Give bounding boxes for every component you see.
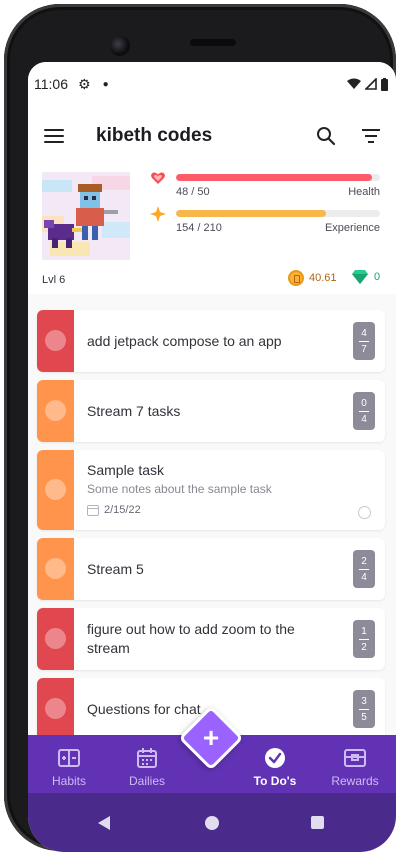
nav-rewards-label: Rewards xyxy=(331,774,379,788)
gem-icon xyxy=(352,270,368,284)
checklist-completed: 3 xyxy=(361,695,367,707)
task-title: figure out how to add zoom to the stream xyxy=(87,621,295,656)
task-difficulty-strip xyxy=(37,450,74,530)
task-checkbox[interactable] xyxy=(45,479,66,500)
task-difficulty-strip xyxy=(37,380,74,442)
wifi-icon xyxy=(347,78,361,89)
calendar-icon xyxy=(87,504,99,516)
experience-star-icon xyxy=(150,206,166,222)
add-icon: + xyxy=(202,722,220,753)
experience-label: Experience xyxy=(324,222,380,234)
task-item[interactable]: Stream 5 2 4 xyxy=(37,538,385,600)
reminder-alarm-icon xyxy=(358,506,371,519)
nav-rewards[interactable]: Rewards xyxy=(318,735,392,793)
notification-dot-icon: ● xyxy=(102,78,109,90)
front-camera xyxy=(110,36,130,56)
phone-frame: 11:06 ⚙ ● kibeth codes 48 / 50 Health 15… xyxy=(4,4,396,852)
status-time: 11:06 xyxy=(34,76,68,92)
app-screen: 11:06 ⚙ ● kibeth codes 48 / 50 Health 15… xyxy=(28,62,396,852)
checklist-completed: 4 xyxy=(361,327,367,339)
habits-icon xyxy=(58,749,80,767)
avatar[interactable] xyxy=(42,172,130,260)
filter-icon[interactable] xyxy=(362,129,380,143)
task-due-date: 2/15/22 xyxy=(87,504,141,516)
recents-icon[interactable] xyxy=(311,816,324,829)
checklist-badge[interactable]: 3 5 xyxy=(353,690,375,728)
checklist-total: 4 xyxy=(361,413,367,425)
task-item[interactable]: add jetpack compose to an app 4 7 xyxy=(37,310,385,372)
todos-check-icon xyxy=(265,748,285,768)
task-checkbox[interactable] xyxy=(45,400,66,421)
app-bar: kibeth codes xyxy=(28,106,396,166)
checklist-badge[interactable]: 1 2 xyxy=(353,620,375,658)
experience-bar-fill xyxy=(176,210,326,217)
dailies-calendar-icon xyxy=(137,748,157,768)
task-due-date-text: 2/15/22 xyxy=(104,504,141,516)
health-value: 48 / 50 xyxy=(176,186,210,198)
checklist-total: 2 xyxy=(361,641,367,653)
health-bar-fill xyxy=(176,174,372,181)
nav-dailies-label: Dailies xyxy=(128,774,165,788)
task-title: Sample task xyxy=(87,462,165,478)
menu-icon[interactable] xyxy=(44,129,64,143)
checklist-completed: 0 xyxy=(361,397,367,409)
stats-header: 48 / 50 Health 154 / 210 Experience Lvl … xyxy=(28,166,396,294)
health-bar xyxy=(176,174,380,181)
gold-counter[interactable]: 40.61 xyxy=(288,270,337,286)
checklist-total: 5 xyxy=(361,711,367,723)
task-item[interactable]: Stream 7 tasks 0 4 xyxy=(37,380,385,442)
checklist-total: 4 xyxy=(361,571,367,583)
task-checkbox[interactable] xyxy=(45,330,66,351)
level-label: Lvl 6 xyxy=(42,274,66,286)
gold-value: 40.61 xyxy=(309,272,337,284)
experience-bar xyxy=(176,210,380,217)
back-icon[interactable] xyxy=(98,816,110,830)
health-heart-icon xyxy=(151,172,165,184)
checklist-badge[interactable]: 0 4 xyxy=(353,392,375,430)
home-icon[interactable] xyxy=(205,816,219,830)
task-title: Stream 7 tasks xyxy=(87,403,181,419)
nav-habits[interactable]: Habits xyxy=(32,735,106,793)
checklist-badge[interactable]: 4 7 xyxy=(353,322,375,360)
checklist-completed: 2 xyxy=(361,555,367,567)
settings-notification-icon: ⚙ xyxy=(78,75,91,92)
nav-todos-label: To Do's xyxy=(253,774,297,788)
task-difficulty-strip xyxy=(37,678,74,740)
task-checkbox[interactable] xyxy=(45,558,66,579)
page-title: kibeth codes xyxy=(96,125,213,146)
checklist-completed: 1 xyxy=(361,625,367,637)
checklist-badge[interactable]: 2 4 xyxy=(353,550,375,588)
experience-value: 154 / 210 xyxy=(176,222,222,234)
cell-signal-icon xyxy=(365,78,377,90)
task-title: add jetpack compose to an app xyxy=(87,333,282,349)
nav-todos[interactable]: To Do's xyxy=(238,735,312,793)
task-notes: Some notes about the sample task xyxy=(87,482,272,496)
task-item[interactable]: Sample task Some notes about the sample … xyxy=(37,450,385,530)
task-difficulty-strip xyxy=(37,608,74,670)
task-checkbox[interactable] xyxy=(45,628,66,649)
nav-dailies[interactable]: Dailies xyxy=(110,735,184,793)
task-item[interactable]: figure out how to add zoom to the stream… xyxy=(37,608,385,670)
gold-coin-icon xyxy=(288,270,304,286)
gem-counter[interactable]: 0 xyxy=(352,270,380,284)
task-difficulty-strip xyxy=(37,310,74,372)
rewards-chest-icon xyxy=(344,749,366,767)
earpiece-speaker xyxy=(190,39,236,46)
gem-value: 0 xyxy=(374,271,381,283)
task-checkbox[interactable] xyxy=(45,698,66,719)
status-bar: 11:06 ⚙ ● xyxy=(28,62,396,106)
battery-icon xyxy=(381,77,388,91)
nav-habits-label: Habits xyxy=(51,774,86,788)
search-icon[interactable] xyxy=(316,126,336,146)
task-difficulty-strip xyxy=(37,538,74,600)
health-label: Health xyxy=(348,186,380,198)
system-navigation-bar xyxy=(28,793,396,852)
checklist-total: 7 xyxy=(361,343,367,355)
task-title: Stream 5 xyxy=(87,561,144,577)
